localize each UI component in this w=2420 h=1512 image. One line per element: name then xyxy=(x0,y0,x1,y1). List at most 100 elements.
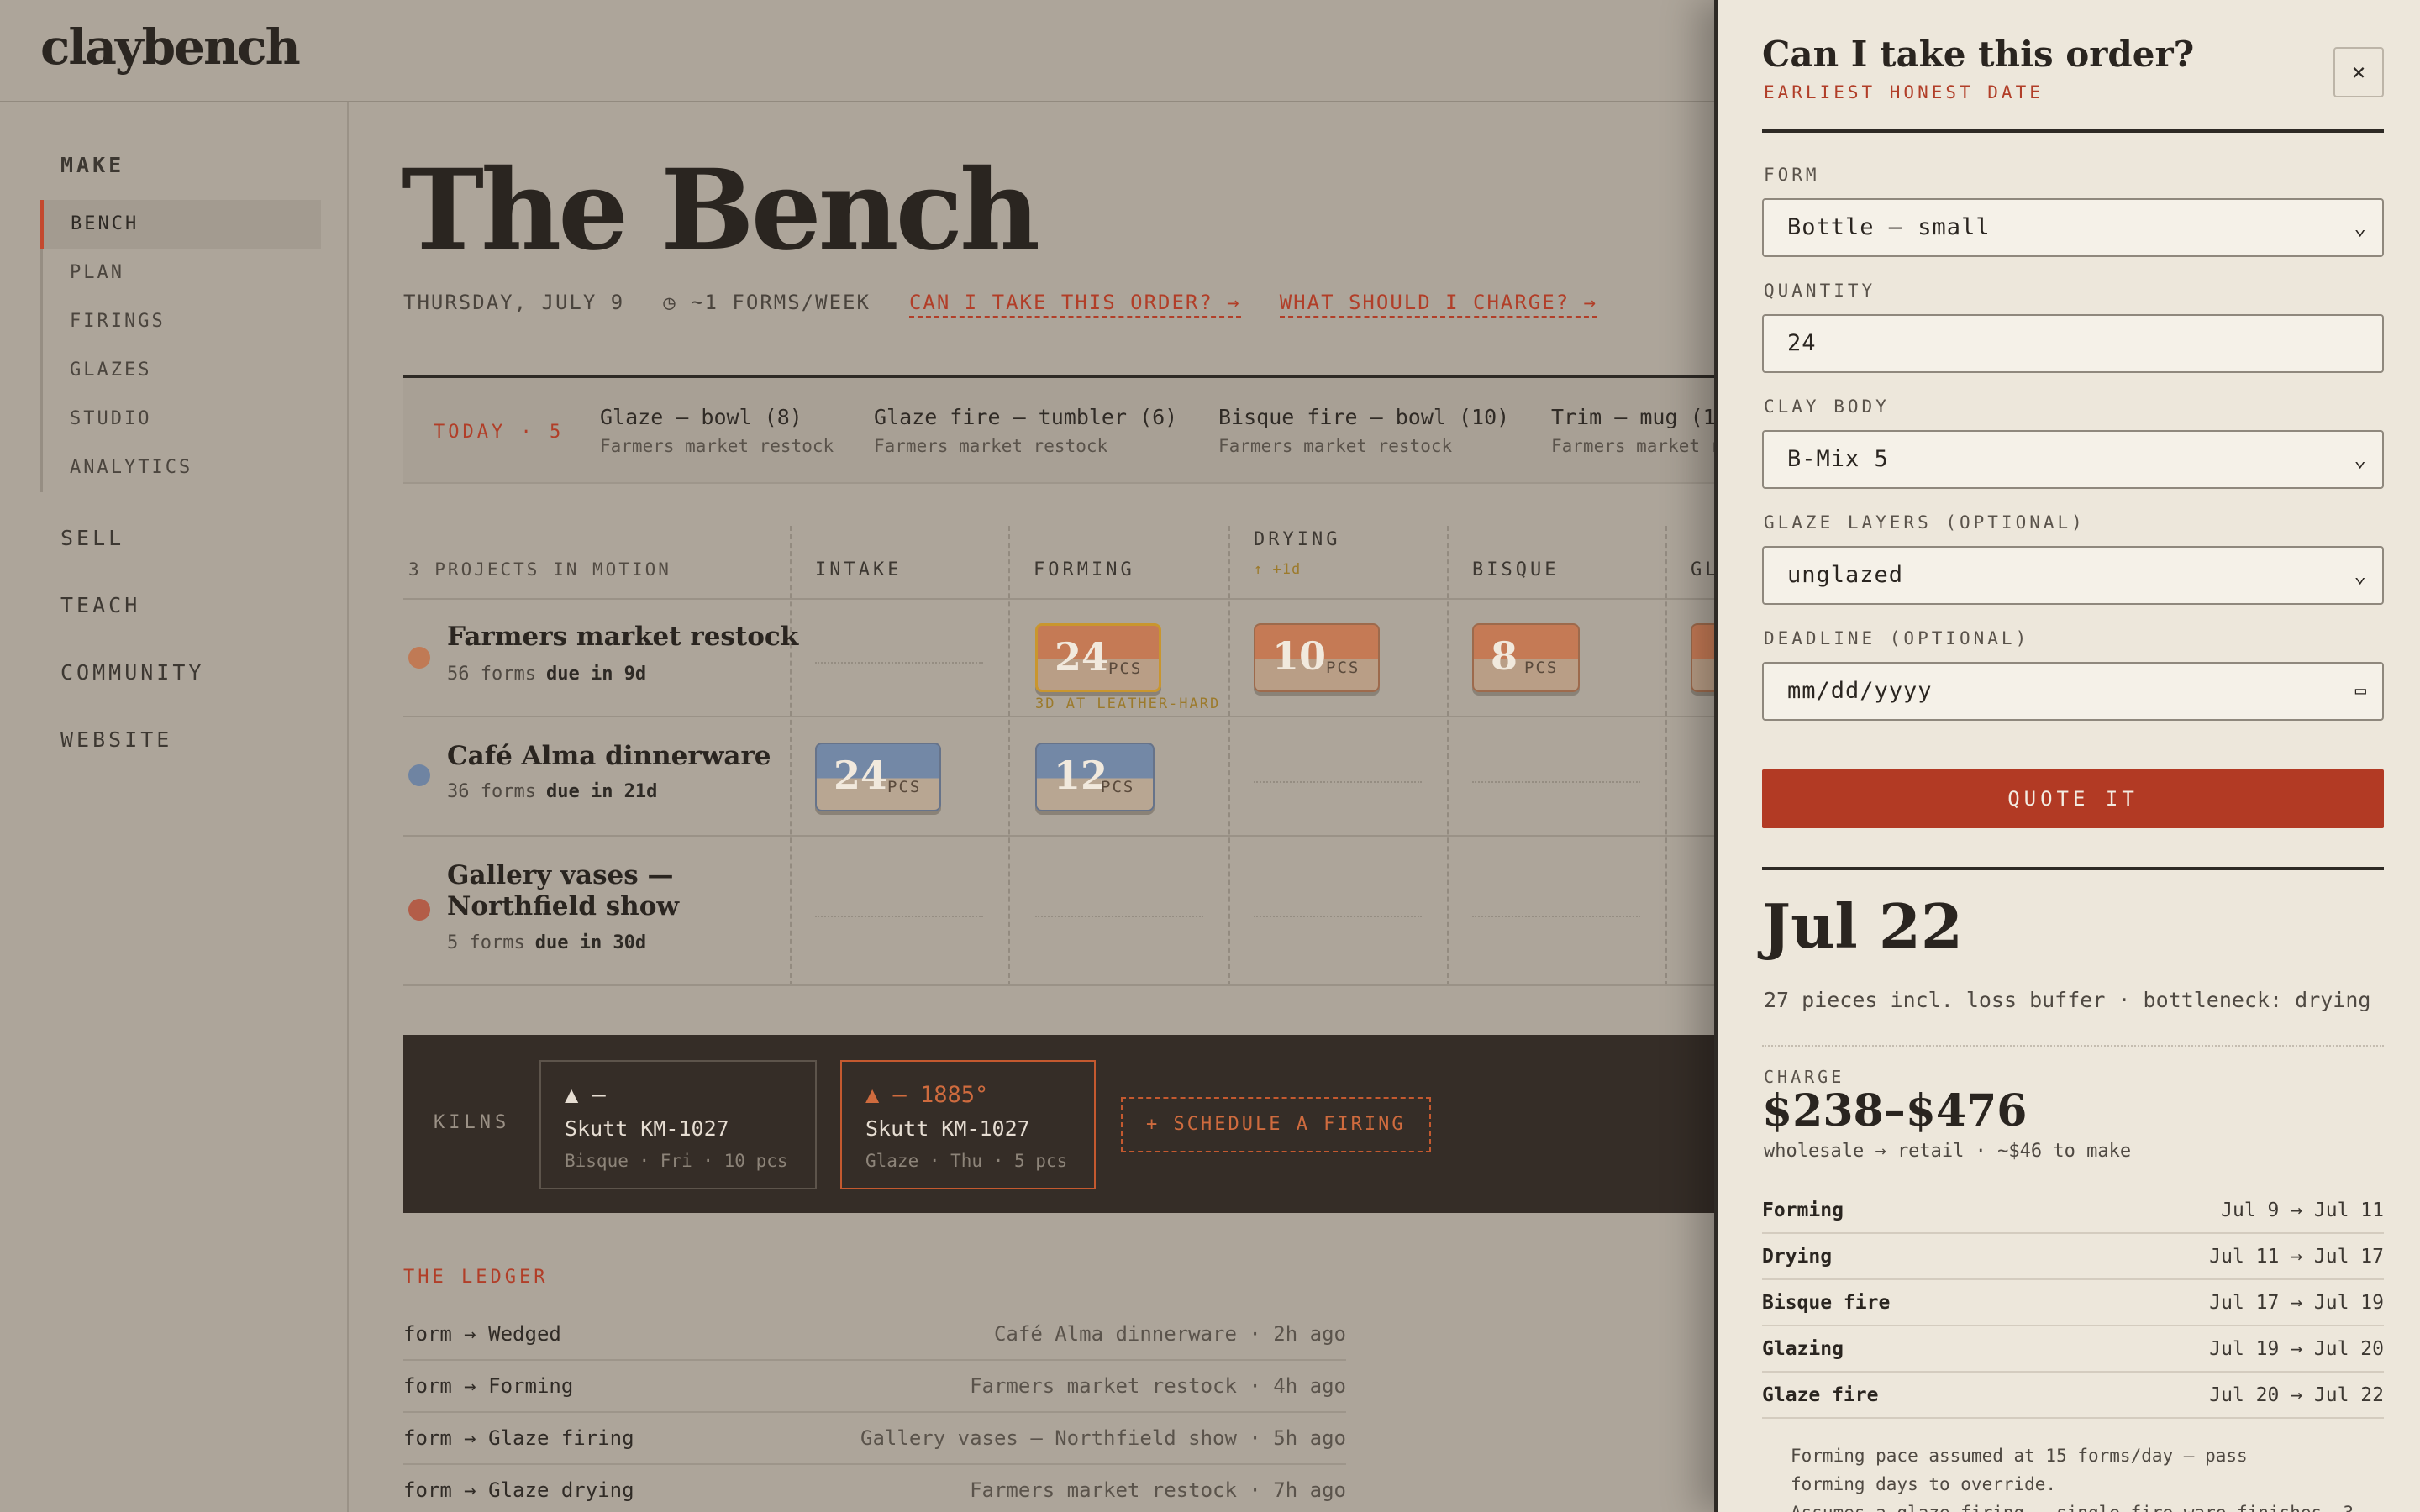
piece-chip[interactable]: 12 PCS xyxy=(1035,743,1155,811)
today-task-title: Trim — mug (12) xyxy=(1551,405,1723,429)
project-name[interactable]: Café Alma dinnerware xyxy=(447,741,771,772)
row-divider xyxy=(403,835,1723,837)
project-name-line: Gallery vases — xyxy=(447,860,674,890)
column-bisque: BISQUE xyxy=(1472,559,1560,580)
nav-item-firings[interactable]: FIRINGS xyxy=(43,297,321,346)
column-divider xyxy=(1447,526,1449,986)
clay-body-label: CLAY BODY xyxy=(1764,396,1890,417)
chevron-down-icon: ⌄ xyxy=(2354,564,2367,587)
close-button[interactable]: × xyxy=(2333,47,2384,97)
stage-name: Forming xyxy=(1762,1199,1844,1221)
ledger-row: form → Wedged Café Alma dinnerware · 2h … xyxy=(403,1309,1346,1361)
stage-name: Bisque fire xyxy=(1762,1291,1891,1314)
close-icon: × xyxy=(2351,58,2366,86)
piece-chip[interactable]: 24 PCS xyxy=(815,743,941,811)
column-intake: INTAKE xyxy=(815,559,902,580)
piece-chip[interactable]: 8 PCS xyxy=(1472,623,1580,692)
empty-slot xyxy=(815,916,983,917)
stage-range: Jul 19 → Jul 20 xyxy=(2209,1337,2384,1360)
project-name-line: Northfield show xyxy=(447,891,680,922)
glaze-layers-value: unglazed xyxy=(1787,562,1904,588)
project-due: due in 9d xyxy=(545,664,647,685)
drawer-subtitle: EARLIEST HONEST DATE xyxy=(1764,82,2044,102)
chip-count: 24 xyxy=(834,753,888,798)
charge-range: $238–$476 xyxy=(1762,1085,2028,1137)
piece-chip[interactable]: 10 PCS xyxy=(1254,623,1380,692)
nav-item-studio[interactable]: STUDIO xyxy=(43,395,321,444)
take-order-link[interactable]: CAN I TAKE THIS ORDER? → xyxy=(908,291,1241,318)
calendar-icon[interactable]: ▭ xyxy=(2355,664,2367,719)
nav-make-items: BENCH PLAN FIRINGS GLAZES STUDIO ANALYTI… xyxy=(40,200,321,492)
project-color-dot xyxy=(408,899,430,921)
kiln-card-active[interactable]: ▲ — 1885° Skutt KM-1027 Glaze · Thu · 5 … xyxy=(840,1060,1096,1189)
stage-schedule: Forming Jul 9 → Jul 11 Drying Jul 11 → Jul… xyxy=(1762,1188,2384,1419)
piece-chip[interactable]: 24 PCS xyxy=(1035,623,1161,692)
ledger-event: form → Glaze firing xyxy=(403,1426,634,1450)
nav-section-website[interactable]: WEBSITE xyxy=(60,727,172,752)
nav-section-community[interactable]: COMMUNITY xyxy=(60,660,204,685)
today-task-project: Farmers market restock xyxy=(1218,436,1453,456)
today-task[interactable]: Glaze — bowl (8) Farmers market restock xyxy=(600,405,834,456)
earliest-date: Jul 22 xyxy=(1762,890,1964,962)
nav-section-teach[interactable]: TEACH xyxy=(60,593,140,617)
today-task-project: Farmers market restock xyxy=(1551,436,1723,456)
ledger-event: form → Wedged xyxy=(403,1322,561,1346)
ledger-event: form → Glaze drying xyxy=(403,1478,634,1502)
today-task-project: Farmers market restock xyxy=(600,436,834,456)
nav-section-sell[interactable]: SELL xyxy=(60,526,124,550)
nav-item-plan[interactable]: PLAN xyxy=(43,249,321,297)
project-name[interactable]: Farmers market restock xyxy=(447,622,798,653)
clay-body-select[interactable]: B-Mix 5 ⌄ xyxy=(1762,430,2384,489)
stage-name: Glazing xyxy=(1762,1337,1844,1360)
nav-item-analytics[interactable]: ANALYTICS xyxy=(43,444,321,492)
project-meta: 56 forms due in 9d xyxy=(447,664,646,685)
kiln-info: Glaze · Thu · 5 pcs xyxy=(865,1151,1068,1171)
ledger-list: form → Wedged Café Alma dinnerware · 2h … xyxy=(403,1309,1346,1512)
empty-slot xyxy=(1254,916,1422,917)
app-logo[interactable]: claybench xyxy=(40,18,301,76)
kiln-card[interactable]: ▲ — Skutt KM-1027 Bisque · Fri · 10 pcs xyxy=(539,1060,817,1189)
assumption-line: Forming pace assumed at 15 forms/day — p… xyxy=(1791,1446,2248,1494)
row-divider xyxy=(403,716,1723,717)
quantity-label: QUANTITY xyxy=(1764,281,1876,301)
drawer-divider xyxy=(1762,129,2384,133)
stage-range: Jul 17 → Jul 19 xyxy=(2209,1291,2384,1314)
today-label: TODAY · 5 xyxy=(434,422,565,443)
ledger-detail: Gallery vases — Northfield show · 5h ago xyxy=(860,1426,1346,1450)
project-due: due in 30d xyxy=(534,932,647,953)
nav-item-glazes[interactable]: GLAZES xyxy=(43,346,321,395)
ledger-row: form → Glaze drying Farmers market resto… xyxy=(403,1465,1346,1512)
glaze-layers-select[interactable]: unglazed ⌄ xyxy=(1762,546,2384,605)
deadline-date-input[interactable]: mm/dd/yyyy ▭ xyxy=(1762,662,2384,721)
sidebar: MAKE BENCH PLAN FIRINGS GLAZES STUDIO AN… xyxy=(0,102,349,1512)
column-forming: FORMING xyxy=(1034,559,1135,580)
stage-range: Jul 11 → Jul 17 xyxy=(2209,1245,2384,1268)
nav-item-bench[interactable]: BENCH xyxy=(40,200,321,249)
project-board: 3 PROJECTS IN MOTION INTAKE FORMING DRYI… xyxy=(403,526,1723,986)
project-name[interactable]: Gallery vases — Northfield show xyxy=(447,860,679,922)
pace-indicator: ◷ ~1 FORMS/WEEK xyxy=(663,291,871,314)
chip-unit: PCS xyxy=(887,778,922,796)
column-drying: DRYING xyxy=(1254,529,1341,550)
form-select[interactable]: Bottle — small ⌄ xyxy=(1762,198,2384,257)
today-task-title: Bisque fire — bowl (10) xyxy=(1218,405,1510,429)
stage-row: Forming Jul 9 → Jul 11 xyxy=(1762,1188,2384,1234)
nav-section-make[interactable]: MAKE xyxy=(60,153,124,177)
schedule-firing-button[interactable]: + SCHEDULE A FIRING xyxy=(1121,1097,1431,1152)
charge-link[interactable]: WHAT SHOULD I CHARGE? → xyxy=(1279,291,1598,318)
empty-slot xyxy=(1035,916,1203,917)
stage-range: Jul 9 → Jul 11 xyxy=(2221,1199,2384,1221)
today-task[interactable]: Glaze fire — tumbler (6) Farmers market … xyxy=(874,405,1177,456)
today-task[interactable]: Trim — mug (12) Farmers market restock xyxy=(1551,405,1723,456)
charge-label: CHARGE xyxy=(1764,1067,1845,1087)
quote-it-button[interactable]: QUOTE IT xyxy=(1762,769,2384,828)
kiln-name: Skutt KM-1027 xyxy=(865,1116,1030,1141)
today-task[interactable]: Bisque fire — bowl (10) Farmers market r… xyxy=(1218,405,1509,456)
quantity-input[interactable]: 24 xyxy=(1762,314,2384,373)
up-arrow-icon: ↑ xyxy=(1254,561,1264,578)
project-due: due in 21d xyxy=(545,781,658,802)
ledger-row: form → Forming Farmers market restock · … xyxy=(403,1361,1346,1413)
chip-count: 10 xyxy=(1272,633,1327,679)
drawer-divider xyxy=(1762,867,2384,870)
today-task-project: Farmers market restock xyxy=(874,436,1108,456)
